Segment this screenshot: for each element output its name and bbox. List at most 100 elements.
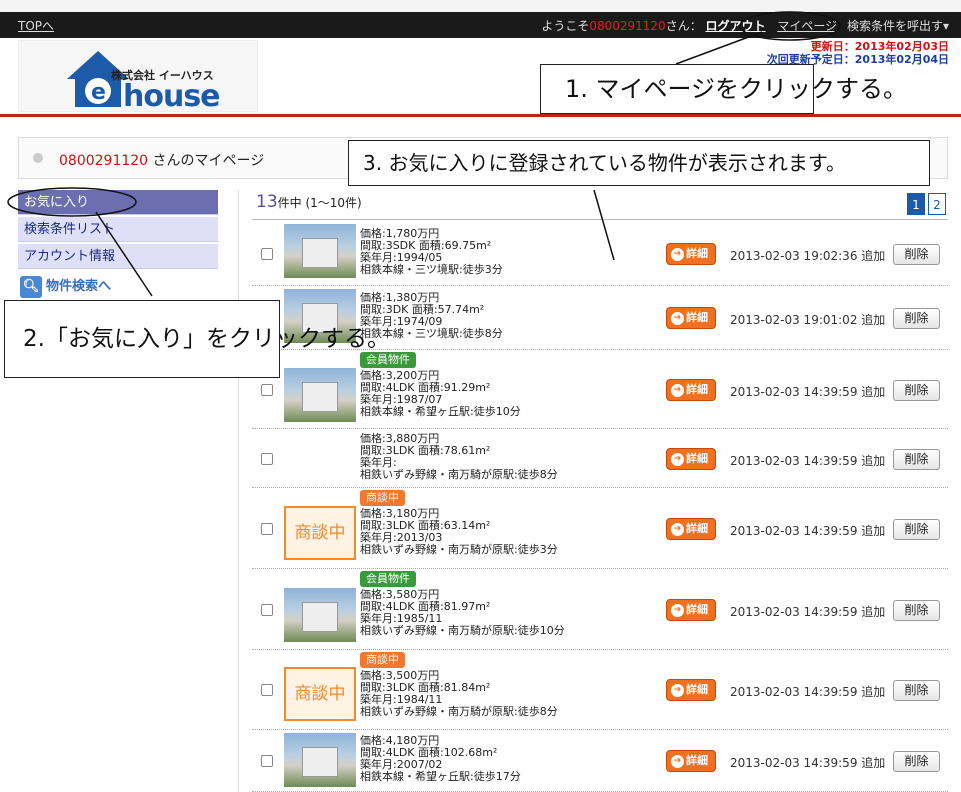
select-checkbox[interactable] (261, 523, 273, 535)
added-date: 2013-02-03 14:39:59 追加 (730, 524, 886, 538)
detail-button-label: 詳細 (686, 311, 708, 324)
property-station: 相鉄いずみ野線・南万騎が原駅:徒歩10分 (360, 624, 565, 637)
pagination: 12 (904, 193, 946, 215)
page-title-user-number: 0800291120 (59, 153, 149, 169)
detail-button-label: 詳細 (686, 522, 708, 535)
detail-button[interactable]: ➔ 詳細 (666, 750, 716, 772)
updated-date: 更新日：2013年02月03日 (810, 40, 949, 53)
ehouse-logo[interactable]: e 株式会社 イーハウス house (18, 40, 258, 114)
detail-button-label: 詳細 (686, 247, 708, 260)
logo-wordmark: house (123, 79, 221, 114)
property-thumbnail[interactable] (284, 588, 356, 642)
property-station: 相鉄いずみ野線・南万騎が原駅:徒歩8分 (360, 705, 558, 718)
select-checkbox[interactable] (261, 755, 273, 767)
property-info: 会員物件 価格:3,580万円 間取:4LDK 面積:81.97m² 築年月:1… (360, 571, 565, 637)
annotation-step1: 1. マイページをクリックする。 (540, 64, 907, 114)
annotation-step3: 3. お気に入りに登録されている物件が表示されます。 (348, 140, 930, 186)
arrow-right-icon: ➔ (671, 247, 684, 261)
delete-button[interactable]: 削除 (893, 600, 940, 621)
property-thumbnail[interactable] (284, 224, 356, 278)
user-number: 0800291120 (589, 19, 666, 33)
sidebar-item-search-conditions[interactable]: 検索条件リスト (18, 217, 218, 242)
detail-button[interactable]: ➔ 詳細 (666, 448, 716, 470)
mypage-link[interactable]: マイページ (777, 19, 837, 33)
top-nav-bar: TOPへ ようこそ0800291120さん： ログアウト マイページ 検索条件を… (0, 12, 961, 38)
detail-button-label: 詳細 (686, 603, 708, 616)
browser-top-strip (0, 0, 961, 12)
list-item: 会員物件 価格:3,580万円 間取:4LDK 面積:81.97m² 築年月:1… (252, 569, 948, 650)
detail-button[interactable]: ➔ 詳細 (666, 243, 716, 265)
detail-button-label: 詳細 (686, 754, 708, 767)
page-1[interactable]: 1 (907, 193, 925, 215)
delete-button[interactable]: 削除 (893, 449, 940, 470)
detail-button[interactable]: ➔ 詳細 (666, 599, 716, 621)
detail-button[interactable]: ➔ 詳細 (666, 679, 716, 701)
negotiating-thumbnail[interactable]: 商談中 (284, 506, 356, 560)
logout-link[interactable]: ログアウト (706, 19, 766, 33)
detail-button[interactable]: ➔ 詳細 (666, 307, 716, 329)
header-divider (0, 114, 961, 117)
negotiating-thumbnail[interactable]: 商談中 (284, 667, 356, 721)
property-info: 商談中 価格:3,500万円 間取:3LDK 面積:81.84m² 築年月:19… (360, 652, 558, 718)
delete-button[interactable]: 削除 (893, 680, 940, 701)
property-info: 価格:3,880万円 間取:3LDK 面積:78.61m² 築年月: 相鉄いずみ… (360, 433, 558, 481)
sidebar-divider (238, 190, 239, 792)
sidebar-item-account[interactable]: アカウント情報 (18, 244, 218, 269)
result-count: 13件中 (1〜10件) (256, 192, 362, 212)
property-search-link[interactable]: 🔍︎ 物件検索へ (18, 275, 218, 299)
list-item: 価格:4,180万円 間取:4LDK 面積:102.68m² 築年月:2007/… (252, 730, 948, 792)
status-badge: 商談中 (360, 490, 405, 506)
search-icon: 🔍︎ (20, 275, 42, 298)
property-info: 価格:1,780万円 間取:3SDK 面積:69.75m² 築年月:1994/0… (360, 228, 503, 276)
property-info: 価格:4,180万円 間取:4LDK 面積:102.68m² 築年月:2007/… (360, 735, 521, 783)
list-item: 商談中 商談中 価格:3,180万円 間取:3LDK 面積:63.14m² 築年… (252, 488, 948, 569)
list-item: 会員物件 価格:3,200万円 間取:4LDK 面積:91.29m² 築年月:1… (252, 350, 948, 429)
detail-button[interactable]: ➔ 詳細 (666, 518, 716, 540)
delete-button[interactable]: 削除 (893, 380, 940, 401)
list-item: 価格:1,780万円 間取:3SDK 面積:69.75m² 築年月:1994/0… (252, 221, 948, 286)
delete-button[interactable]: 削除 (893, 308, 940, 329)
added-date: 2013-02-03 19:02:36 追加 (730, 249, 886, 263)
select-checkbox[interactable] (261, 604, 273, 616)
welcome-suffix: さん： (665, 19, 702, 33)
user-nav: ようこそ0800291120さん： ログアウト マイページ 検索条件を呼出す▾ (541, 17, 949, 34)
select-checkbox[interactable] (261, 248, 273, 260)
added-date: 2013-02-03 14:39:59 追加 (730, 685, 886, 699)
page-title-suffix: さんのマイページ (148, 153, 265, 169)
select-checkbox[interactable] (261, 384, 273, 396)
property-search-label: 物件検索へ (46, 279, 112, 294)
detail-button[interactable]: ➔ 詳細 (666, 379, 716, 401)
sidebar: お気に入り 検索条件リスト アカウント情報 🔍︎ 物件検索へ (18, 190, 218, 299)
result-count-number: 13 (256, 192, 278, 212)
arrow-right-icon: ➔ (671, 754, 684, 768)
added-date: 2013-02-03 19:01:02 追加 (730, 313, 886, 327)
list-item: 価格:3,880万円 間取:3LDK 面積:78.61m² 築年月: 相鉄いずみ… (252, 429, 948, 488)
arrow-right-icon: ➔ (671, 683, 684, 697)
property-station: 相鉄本線・希望ヶ丘駅:徒歩17分 (360, 770, 521, 783)
property-station: 相鉄いずみ野線・南万騎が原駅:徒歩8分 (360, 468, 558, 481)
logo-letter: e (91, 80, 106, 105)
detail-button-label: 詳細 (686, 683, 708, 696)
delete-button[interactable]: 削除 (893, 519, 940, 540)
arrow-right-icon: ➔ (671, 383, 684, 397)
sidebar-item-favorites[interactable]: お気に入り (18, 190, 218, 215)
delete-button[interactable]: 削除 (893, 751, 940, 772)
delete-button[interactable]: 削除 (893, 244, 940, 265)
detail-button-label: 詳細 (686, 452, 708, 465)
status-badge: 商談中 (360, 652, 405, 668)
property-info: 商談中 価格:3,180万円 間取:3LDK 面積:63.14m² 築年月:20… (360, 490, 558, 556)
property-thumbnail[interactable] (284, 432, 356, 486)
arrow-right-icon: ➔ (671, 522, 684, 536)
welcome-prefix: ようこそ (541, 19, 590, 33)
select-checkbox[interactable] (261, 453, 273, 465)
added-date: 2013-02-03 14:39:59 追加 (730, 605, 886, 619)
select-checkbox[interactable] (261, 684, 273, 696)
property-station: 相鉄本線・三ツ境駅:徒歩3分 (360, 263, 503, 276)
page-2[interactable]: 2 (928, 193, 946, 215)
property-thumbnail[interactable] (284, 733, 356, 787)
recall-search-dropdown[interactable]: 検索条件を呼出す▾ (847, 19, 949, 33)
detail-button-label: 詳細 (686, 383, 708, 396)
list-item: 商談中 商談中 価格:3,500万円 間取:3LDK 面積:81.84m² 築年… (252, 650, 948, 730)
added-date: 2013-02-03 14:39:59 追加 (730, 756, 886, 770)
top-link[interactable]: TOPへ (18, 17, 54, 34)
